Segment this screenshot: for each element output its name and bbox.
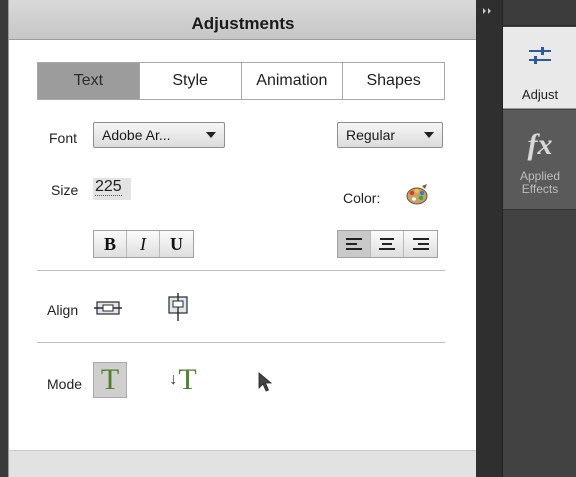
align-horizontal-center-icon: [94, 301, 122, 315]
dock-applied-effects-button[interactable]: fx Applied Effects: [503, 110, 576, 210]
font-style-value: Regular: [346, 127, 396, 143]
vertical-type-tool-button[interactable]: ↓ T: [163, 362, 203, 398]
color-label: Color:: [343, 190, 381, 206]
dock-applied-effects-label: Applied Effects: [519, 169, 561, 196]
align-vertical-center-button[interactable]: [163, 292, 193, 322]
underline-button[interactable]: U: [160, 231, 193, 257]
size-label: Size: [51, 182, 79, 198]
section-divider: [37, 270, 445, 271]
adjustments-panel: Adjustments Text Style Animation Shapes …: [8, 0, 477, 477]
align-center-button[interactable]: [371, 231, 404, 257]
horizontal-type-tool-icon: T: [100, 363, 120, 396]
dock-header: [503, 0, 576, 26]
panel-footer: [9, 450, 477, 477]
section-divider: [37, 342, 445, 343]
align-horizontal-center-button[interactable]: [93, 294, 123, 322]
panel-titlebar[interactable]: Adjustments: [9, 0, 477, 40]
align-label: Align: [47, 302, 79, 318]
tab-bar: Text Style Animation Shapes: [37, 62, 445, 100]
font-label: Font: [49, 130, 78, 146]
tab-text[interactable]: Text: [38, 63, 140, 99]
panel-body: Text Style Animation Shapes Font Adobe A…: [9, 40, 477, 450]
align-right-button[interactable]: [404, 231, 437, 257]
selection-arrow-icon: [258, 372, 273, 392]
right-dock: Adjust fx Applied Effects: [502, 0, 576, 477]
size-input[interactable]: 225: [93, 178, 131, 200]
selection-tool-button[interactable]: [255, 370, 275, 394]
chevron-down-icon: [206, 132, 216, 138]
tab-animation[interactable]: Animation: [241, 63, 344, 99]
bold-button[interactable]: B: [94, 231, 127, 257]
panel-gutter: [476, 0, 502, 477]
dock-adjust-label: Adjust: [521, 87, 559, 102]
color-palette-icon[interactable]: [405, 184, 429, 206]
tab-style[interactable]: Style: [139, 63, 242, 99]
align-left-button[interactable]: [338, 231, 371, 257]
mode-label: Mode: [47, 376, 83, 392]
italic-button[interactable]: I: [127, 231, 160, 257]
panel-title: Adjustments: [191, 14, 295, 33]
align-vertical-center-icon: [168, 293, 188, 321]
text-align-buttons: [337, 230, 438, 258]
tab-shapes[interactable]: Shapes: [343, 63, 444, 99]
align-center-icon: [379, 238, 395, 250]
collapse-icon[interactable]: [482, 6, 494, 16]
align-right-icon: [412, 238, 429, 250]
align-left-icon: [346, 238, 362, 250]
horizontal-type-tool-button[interactable]: T: [93, 362, 127, 398]
size-value: 225: [95, 178, 122, 196]
font-family-value: Adobe Ar...: [102, 127, 171, 143]
down-arrow-icon: ↓: [169, 371, 178, 388]
fx-icon: fx: [527, 128, 553, 161]
font-style-dropdown[interactable]: Regular: [337, 122, 443, 148]
chevron-down-icon: [424, 132, 434, 138]
vertical-type-tool-icon: T: [178, 363, 197, 396]
adjust-sliders-icon: [529, 47, 551, 64]
dock-adjust-button[interactable]: Adjust: [503, 27, 576, 109]
text-style-buttons: B I U: [93, 230, 194, 258]
font-family-dropdown[interactable]: Adobe Ar...: [93, 122, 225, 148]
